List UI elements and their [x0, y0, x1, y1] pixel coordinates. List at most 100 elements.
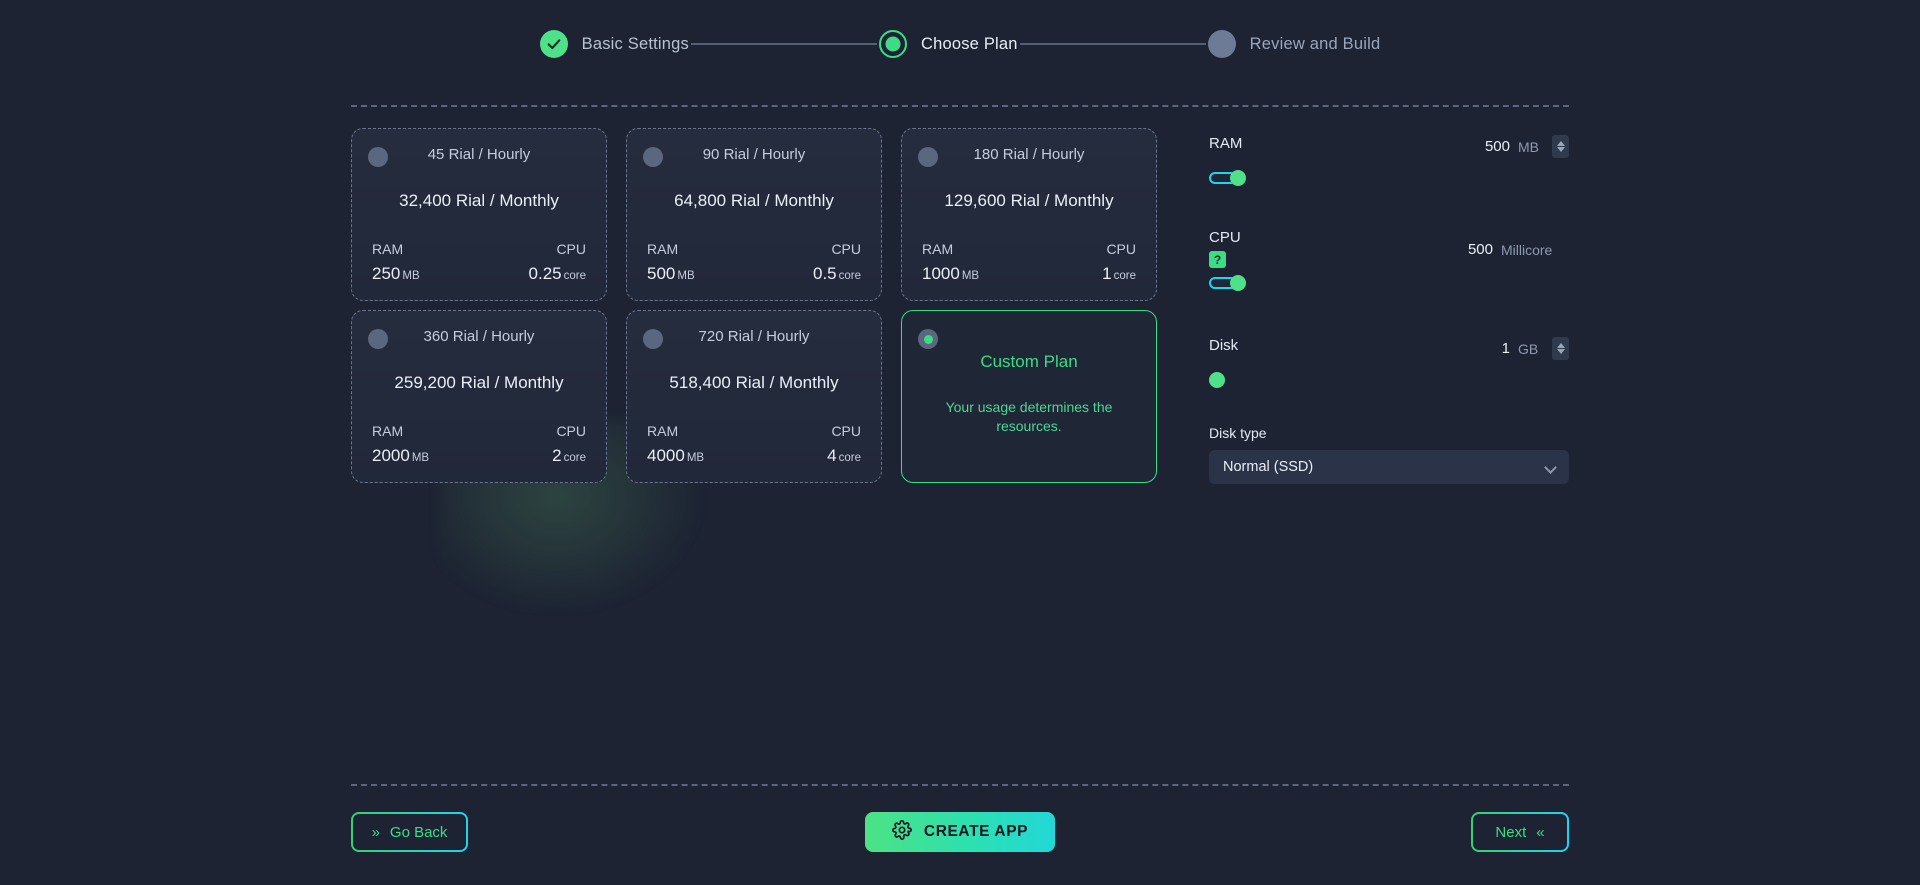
plan-cards-grid: 45 Rial / Hourly 32,400 Rial / Monthly R…	[351, 128, 1158, 483]
empty-circle-icon	[1207, 30, 1236, 58]
disk-label: Disk	[1209, 337, 1239, 354]
cpu-unit: Millicore	[1501, 241, 1553, 258]
plan-card-custom[interactable]: Custom Plan Your usage determines the re…	[901, 310, 1157, 483]
disk-unit: GB	[1518, 340, 1539, 357]
go-back-button[interactable]: » Go Back	[351, 812, 468, 852]
check-icon	[539, 30, 568, 58]
plan-spec-ram-value-row: 4000 MB	[647, 446, 704, 466]
plan-spec-cpu-value-row: 4 core	[827, 446, 861, 466]
plan-spec-ram-unit: MB	[961, 270, 980, 282]
go-back-button-label: Go Back	[389, 823, 448, 841]
wizard-stepper: Basic Settings Choose Plan Review and Bu…	[0, 30, 1920, 58]
choose-plan-page: Basic Settings Choose Plan Review and Bu…	[0, 0, 1920, 885]
plan-spec-ram: RAM 500 MB	[647, 241, 695, 284]
plan-spec-ram-value: 4000	[647, 446, 685, 465]
plan-card[interactable]: 180 Rial / Hourly 129,600 Rial / Monthly…	[901, 128, 1157, 301]
disk-unit-stepper-icon[interactable]	[1552, 337, 1569, 360]
go-back-button-inner: » Go Back	[353, 814, 466, 850]
plan-spec-cpu-unit: core	[838, 270, 861, 282]
plan-spec-ram: RAM 4000 MB	[647, 423, 704, 466]
plan-spec-ram-unit: MB	[686, 452, 705, 464]
plan-spec-ram-value-row: 500 MB	[647, 264, 695, 284]
plan-spec-cpu-value-row: 1 core	[1102, 264, 1136, 284]
plan-specs: RAM 2000 MB CPU 2 core	[368, 423, 590, 466]
plan-spec-ram-label: RAM	[372, 241, 404, 257]
plan-radio-icon-selected[interactable]	[918, 329, 938, 349]
stepper-step-review-and-build[interactable]: Review and Build	[1207, 30, 1381, 58]
create-app-button[interactable]: CREATE APP	[865, 812, 1055, 852]
config-gap-2	[1209, 301, 1569, 337]
disk-type-select[interactable]: Normal (SSD)	[1209, 450, 1569, 484]
plan-card[interactable]: 360 Rial / Hourly 259,200 Rial / Monthly…	[351, 310, 607, 483]
plan-spec-cpu-value: 4	[827, 446, 837, 465]
config-disk-head: Disk 1 GB	[1209, 337, 1569, 360]
plan-specs: RAM 250 MB CPU 0.25 core	[368, 241, 590, 284]
plan-spec-cpu: CPU 1 core	[1102, 241, 1136, 284]
plan-hourly-price: 180 Rial / Hourly	[973, 146, 1085, 163]
disk-type-selected-value: Normal (SSD)	[1223, 459, 1314, 475]
plan-card[interactable]: 720 Rial / Hourly 518,400 Rial / Monthly…	[626, 310, 882, 483]
cpu-slider-track	[1209, 280, 1539, 286]
cpu-slider-thumb[interactable]	[1230, 274, 1246, 291]
config-row-disk: Disk 1 GB	[1209, 337, 1569, 409]
disk-slider-track	[1209, 377, 1539, 383]
ram-unit-stepper-icon[interactable]	[1552, 135, 1569, 158]
plan-hourly-price: 360 Rial / Hourly	[423, 328, 535, 345]
plan-spec-cpu-unit: core	[838, 452, 861, 464]
plan-card[interactable]: 45 Rial / Hourly 32,400 Rial / Monthly R…	[351, 128, 607, 301]
disk-slider[interactable]	[1209, 372, 1539, 388]
plan-spec-ram: RAM 250 MB	[372, 241, 420, 284]
stepper-step-choose-plan[interactable]: Choose Plan	[878, 30, 1018, 58]
resource-config-panel: RAM 500 MB CPU ? 500 Millicore Disk 1 GB…	[1209, 135, 1569, 484]
ram-unit: MB	[1518, 138, 1539, 155]
plan-spec-cpu: CPU 2 core	[552, 423, 586, 466]
cpu-label-group: CPU ?	[1209, 229, 1241, 269]
stepper-step-basic-settings[interactable]: Basic Settings	[539, 30, 689, 58]
plan-card[interactable]: 90 Rial / Hourly 64,800 Rial / Monthly R…	[626, 128, 882, 301]
divider-top	[351, 105, 1569, 107]
plan-spec-ram-unit: MB	[402, 270, 420, 282]
plan-spec-ram-unit: MB	[411, 452, 430, 464]
plan-spec-cpu-label: CPU	[1106, 241, 1136, 257]
plan-spec-cpu-value: 2	[552, 446, 562, 465]
plan-spec-cpu-label: CPU	[556, 423, 586, 439]
stepper-label-review-and-build: Review and Build	[1249, 34, 1381, 53]
next-button[interactable]: Next «	[1471, 812, 1569, 852]
help-question-icon[interactable]: ?	[1209, 251, 1226, 268]
double-chevron-left-icon: «	[1536, 823, 1545, 841]
ram-slider-thumb[interactable]	[1230, 170, 1246, 186]
plan-spec-cpu: CPU 0.5 core	[813, 241, 861, 284]
disk-slider-thumb[interactable]	[1209, 372, 1225, 388]
custom-plan-description: Your usage determines the resources.	[945, 399, 1113, 434]
plan-hourly-price: 90 Rial / Hourly	[702, 146, 806, 163]
disk-value[interactable]: 1	[1468, 340, 1510, 357]
plan-monthly-price: 64,800 Rial / Monthly	[674, 191, 834, 210]
plan-radio-icon[interactable]	[643, 147, 663, 167]
config-row-ram: RAM 500 MB	[1209, 135, 1569, 207]
plan-spec-ram-value-row: 2000 MB	[372, 446, 429, 466]
plan-spec-cpu-value: 1	[1102, 264, 1112, 283]
config-cpu-head: CPU ? 500 Millicore	[1209, 229, 1569, 269]
cpu-slider[interactable]	[1209, 274, 1539, 291]
plan-specs: RAM 4000 MB CPU 4 core	[643, 423, 865, 466]
stepper-label-basic-settings: Basic Settings	[581, 34, 689, 53]
double-chevron-right-icon: »	[371, 823, 380, 841]
plan-radio-icon[interactable]	[643, 329, 663, 349]
config-ram-head: RAM 500 MB	[1209, 135, 1569, 158]
stepper-connector-2	[1019, 43, 1206, 45]
plan-spec-cpu-value-row: 0.25 core	[529, 264, 586, 284]
plan-spec-ram-value: 2000	[372, 446, 410, 465]
cpu-value[interactable]: 500	[1451, 241, 1493, 258]
ram-value[interactable]: 500	[1468, 138, 1510, 155]
plan-monthly-price: 518,400 Rial / Monthly	[669, 373, 839, 392]
custom-plan-title: Custom Plan	[980, 352, 1078, 371]
plan-monthly-price: 32,400 Rial / Monthly	[399, 191, 559, 210]
plan-radio-icon[interactable]	[368, 147, 388, 167]
cpu-value-group: 500 Millicore	[1451, 241, 1569, 258]
plan-spec-cpu-unit: core	[563, 452, 586, 464]
plan-radio-icon[interactable]	[368, 329, 388, 349]
plan-spec-ram-value: 1000	[922, 264, 960, 283]
plan-radio-icon[interactable]	[918, 147, 938, 167]
ram-slider[interactable]	[1209, 170, 1539, 186]
plan-spec-ram-label: RAM	[647, 241, 679, 257]
